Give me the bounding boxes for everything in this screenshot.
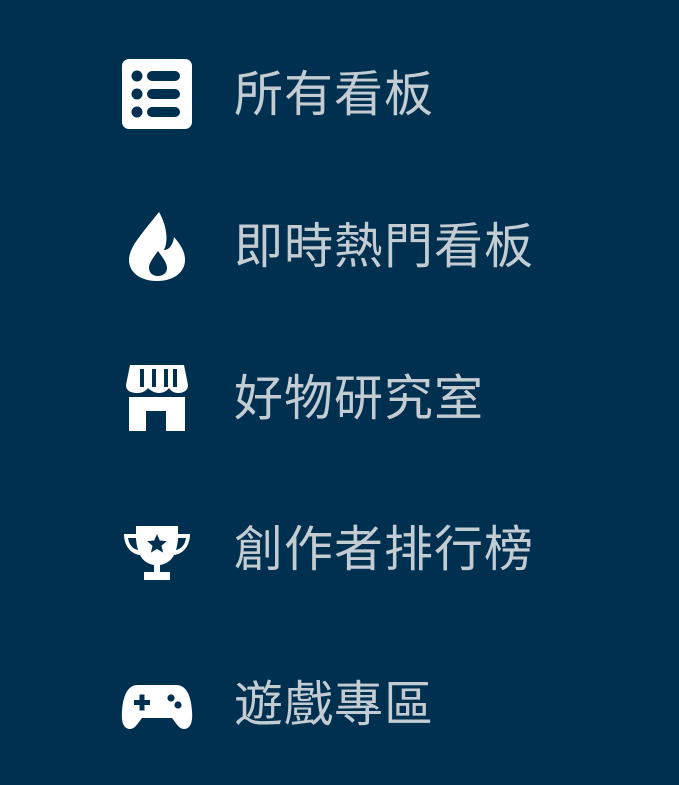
menu-item-goods-lab[interactable]: 好物研究室: [0, 342, 679, 452]
menu-item-all-boards[interactable]: 所有看板: [0, 38, 679, 148]
menu-item-creator-ranking[interactable]: 創作者排行榜: [0, 493, 679, 603]
menu-item-label: 所有看板: [234, 66, 435, 123]
menu-item-label: 創作者排行榜: [234, 521, 535, 578]
menu-item-label: 好物研究室: [234, 370, 485, 427]
menu-item-label: 即時熱門看板: [234, 218, 535, 275]
store-icon: [120, 361, 194, 435]
menu-item-label: 遊戲專區: [234, 676, 435, 733]
fire-icon: [120, 209, 194, 283]
sidebar-menu: 所有看板 即時熱門看板 好物研究室 創作者排行榜 遊戲專區: [0, 0, 679, 785]
menu-item-game-zone[interactable]: 遊戲專區: [0, 648, 679, 758]
gamepad-icon: [120, 667, 194, 741]
trophy-icon: [120, 512, 194, 586]
list-icon: [120, 57, 194, 131]
menu-item-trending-boards[interactable]: 即時熱門看板: [0, 190, 679, 300]
